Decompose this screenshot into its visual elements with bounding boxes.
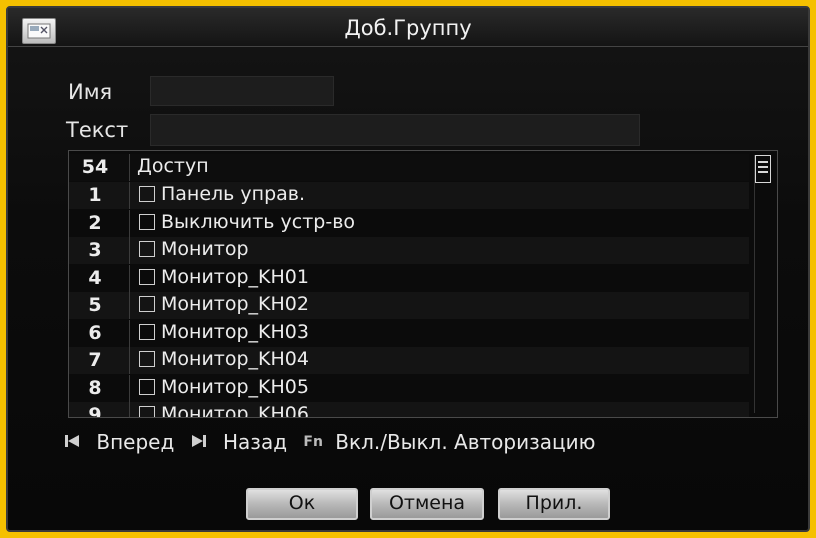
row-number: 5: [88, 294, 102, 316]
name-label: Имя: [68, 80, 113, 104]
row-label-text: Монитор_KH05: [161, 375, 309, 398]
name-input[interactable]: [151, 77, 333, 105]
title-bar: Доб.Группу: [8, 8, 808, 47]
text-input[interactable]: [151, 115, 639, 145]
row-checkbox[interactable]: [139, 296, 155, 312]
column-divider: [129, 402, 130, 417]
row-checkbox[interactable]: [139, 268, 155, 285]
row-label-text: Монитор_KH03: [161, 320, 309, 343]
access-row[interactable]: 4 Монитор_KH01: [69, 264, 749, 292]
column-divider: [129, 237, 130, 264]
access-row[interactable]: 5 Монитор_KH02: [69, 292, 749, 319]
row-checkbox[interactable]: [139, 241, 155, 257]
skip-back-icon: [64, 430, 80, 454]
add-group-dialog: Доб.Группу Имя Текст 54 Доступ 1 Панель у…: [6, 6, 810, 532]
forward-label: Вперед: [96, 429, 175, 454]
access-row[interactable]: 8 Монитор_KH05: [69, 374, 749, 402]
column-divider: [129, 319, 130, 347]
text-field[interactable]: [150, 114, 640, 146]
fn-key-icon: Fn: [303, 433, 323, 450]
dialog-title: Доб.Группу: [344, 16, 472, 40]
back-label: Назад: [223, 429, 288, 454]
column-divider: [129, 182, 130, 209]
row-checkbox[interactable]: [139, 406, 155, 417]
row-label: Монитор_KH01: [137, 266, 309, 288]
access-row[interactable]: 9 Монитор_KH06: [69, 402, 749, 418]
row-label: Монитор_KH02: [137, 293, 309, 315]
keyboard-legend: Вперед Назад Fn Вкл./Выкл. Авторизацию: [64, 428, 605, 458]
access-header-label: Доступ: [137, 155, 209, 177]
row-label: Монитор_KH05: [137, 376, 309, 398]
row-label-text: Выключить устр-во: [161, 210, 356, 233]
row-label: Монитор_KH03: [137, 321, 309, 343]
column-divider: [129, 209, 130, 237]
scrollbar[interactable]: [754, 155, 773, 413]
row-label-text: Монитор_KH02: [161, 293, 309, 315]
access-list-header: 54 Доступ: [69, 154, 749, 181]
row-label-text: Монитор: [161, 238, 249, 260]
column-divider: [129, 292, 130, 319]
row-number: 7: [88, 349, 102, 371]
column-divider: [129, 347, 130, 374]
column-divider: [129, 154, 130, 181]
row-label-text: Монитор_KH06: [161, 403, 309, 418]
fn-label: Вкл./Выкл. Авторизацию: [335, 429, 596, 454]
row-number: 4: [88, 266, 102, 289]
access-list: 54 Доступ 1 Панель управ. 2 Выключить устр-…: [68, 150, 778, 418]
row-checkbox[interactable]: [139, 213, 155, 230]
row-label: Панель управ.: [137, 183, 305, 205]
row-checkbox[interactable]: [139, 378, 155, 395]
row-number: 2: [88, 211, 102, 234]
row-number: 9: [88, 404, 102, 418]
name-field[interactable]: [150, 76, 334, 106]
access-row[interactable]: 7 Монитор_KH04: [69, 347, 749, 374]
access-row[interactable]: 1 Панель управ.: [69, 182, 749, 209]
row-label: Монитор: [137, 238, 249, 260]
ok-button[interactable]: Ок: [246, 488, 358, 520]
row-label-text: Монитор_KH01: [161, 265, 309, 288]
scroll-thumb[interactable]: [755, 155, 771, 183]
column-divider: [129, 374, 130, 402]
row-label-text: Монитор_KH04: [161, 348, 309, 370]
row-label: Монитор_KH06: [137, 403, 309, 418]
row-checkbox[interactable]: [139, 351, 155, 367]
row-label: Выключить устр-во: [137, 211, 355, 233]
row-number: 8: [88, 376, 102, 399]
cancel-button[interactable]: Отмена: [370, 488, 484, 520]
apply-button[interactable]: Прил.: [498, 488, 610, 520]
row-number: 3: [88, 239, 102, 261]
row-number: 6: [88, 321, 102, 344]
skip-forward-icon: [191, 430, 207, 454]
text-label: Текст: [66, 118, 129, 142]
access-count: 54: [81, 156, 109, 178]
access-row[interactable]: 6 Монитор_KH03: [69, 319, 749, 347]
access-row[interactable]: 3 Монитор: [69, 237, 749, 264]
row-checkbox[interactable]: [139, 186, 155, 202]
access-row[interactable]: 2 Выключить устр-во: [69, 209, 749, 237]
row-number: 1: [88, 184, 102, 206]
column-divider: [129, 264, 130, 292]
row-checkbox[interactable]: [139, 323, 155, 340]
row-label: Монитор_KH04: [137, 348, 309, 370]
row-label-text: Панель управ.: [161, 183, 306, 205]
